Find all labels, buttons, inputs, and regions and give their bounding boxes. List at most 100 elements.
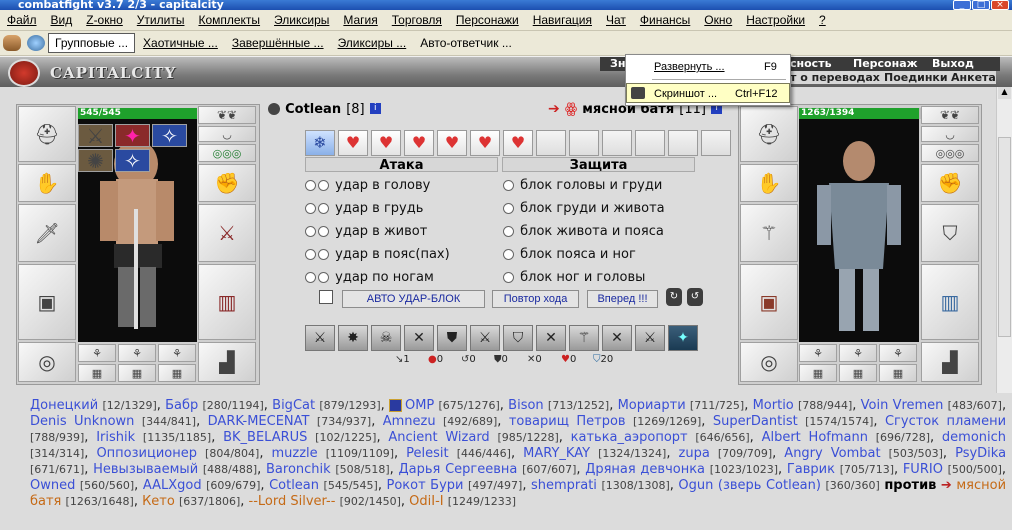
empty-slot-icon[interactable]: ▦	[158, 364, 196, 382]
auto-checkbox[interactable]	[319, 290, 333, 304]
skill-slot-icon[interactable]: ⚚	[569, 325, 599, 351]
empty-slot-icon[interactable]: ▦	[78, 364, 116, 382]
menu-item[interactable]: Комплекты	[191, 13, 267, 27]
auto-strike-block-button[interactable]: АВТО УДАР-БЛОК	[342, 290, 485, 308]
shield-icon[interactable]: ⛉	[921, 204, 979, 262]
menu-item[interactable]: Персонажи	[449, 13, 526, 27]
menu-transfers[interactable]: т о переводах	[790, 71, 880, 84]
player-link[interactable]: товарищ Петров	[509, 414, 626, 429]
player-link[interactable]: Cotlean	[269, 478, 319, 493]
player-link[interactable]: Mortio	[753, 398, 794, 413]
refresh-alt-icon[interactable]: ↺	[687, 288, 703, 306]
defense-row[interactable]: блок головы и груди	[503, 177, 662, 195]
player-link[interactable]: катька_аэропорт	[571, 430, 688, 445]
defense-row[interactable]: блок живота и пояса	[503, 223, 664, 241]
attack-radio[interactable]	[305, 180, 316, 191]
player-link[interactable]: Бабр	[165, 398, 198, 413]
empty-slot-icon[interactable]: ▦	[839, 364, 877, 382]
close-button[interactable]: ×	[991, 0, 1009, 10]
menu-item[interactable]: Z-окно	[79, 13, 130, 27]
bracers-icon[interactable]: ✋	[18, 164, 76, 202]
attack-row[interactable]: удар в грудь	[305, 200, 423, 218]
skill-slot-icon[interactable]: ✕	[602, 325, 632, 351]
rune-slot-icon[interactable]: ✦	[115, 124, 150, 148]
maximize-button[interactable]: □	[972, 0, 990, 10]
player-link[interactable]: Донецкий	[30, 398, 98, 413]
glasses-icon[interactable]	[3, 35, 21, 51]
player-link[interactable]: Дряная девчонка	[585, 462, 705, 477]
belt-icon[interactable]: ◎	[18, 342, 76, 382]
enemy-link[interactable]: --Lord Silver--	[249, 494, 336, 509]
toolbar-auto-responder[interactable]: Авто-ответчик ...	[414, 34, 518, 52]
boots-icon[interactable]: ▟	[198, 342, 256, 382]
menu-fights[interactable]: Поединки	[884, 71, 948, 84]
attack-row[interactable]: удар по ногам	[305, 269, 434, 287]
player-link[interactable]: Сгусток пламени	[885, 414, 1006, 429]
boots-icon[interactable]: ▟	[921, 342, 979, 382]
menu-item[interactable]: Чат	[599, 13, 633, 27]
defense-radio[interactable]	[503, 226, 514, 237]
empty-slot-icon[interactable]: ⚘	[78, 344, 116, 362]
empty-slot-icon[interactable]: ▦	[879, 364, 917, 382]
player-link[interactable]: Ogun (зверь Cotlean)	[678, 478, 821, 493]
empty-slot-icon[interactable]: ⚘	[118, 344, 156, 362]
enemy-link[interactable]: Кето	[142, 494, 175, 509]
menu-safety[interactable]: сность	[790, 57, 832, 71]
earrings-icon[interactable]: ❦❦	[921, 106, 979, 124]
player-link[interactable]: Denis Unknown	[30, 414, 134, 429]
helmet-icon[interactable]: ⛑	[740, 106, 798, 162]
empty-slot-icon[interactable]: ▦	[799, 364, 837, 382]
attack-radio[interactable]	[318, 226, 329, 237]
menu-profile[interactable]: Анкета	[951, 71, 996, 84]
menu-exit[interactable]: Выход	[932, 57, 974, 71]
frost-icon[interactable]: ❄	[305, 130, 335, 156]
amulet-icon[interactable]: ◡	[921, 126, 979, 142]
skill-slot-icon[interactable]: ✕	[536, 325, 566, 351]
heart-icon[interactable]: ♥	[437, 130, 467, 156]
skill-slot-icon[interactable]: ⚔	[305, 325, 335, 351]
defense-radio[interactable]	[503, 249, 514, 260]
refresh-icon[interactable]: ↻	[666, 288, 682, 306]
player-link[interactable]: Дарья Сергеевна	[399, 462, 518, 477]
empty-slot-icon[interactable]: ⚘	[799, 344, 837, 362]
amulet-icon[interactable]: ◡	[198, 126, 256, 142]
empty-scroll-slot[interactable]	[668, 130, 698, 156]
enemy-link[interactable]: OdiI-I	[409, 494, 443, 509]
player-link[interactable]: BK_BELARUS	[223, 430, 307, 445]
armor-icon[interactable]: ▣	[18, 264, 76, 340]
menu-item[interactable]: Торговля	[385, 13, 449, 27]
skill-slot-icon[interactable]: ✸	[338, 325, 368, 351]
player-link[interactable]: Невызываемый	[93, 462, 198, 477]
player-link[interactable]: demonich	[942, 430, 1006, 445]
menu-item[interactable]: Навигация	[526, 13, 599, 27]
empty-slot-icon[interactable]: ⚘	[158, 344, 196, 362]
gloves-icon[interactable]: ✊	[198, 164, 256, 202]
heart-icon[interactable]: ♥	[503, 130, 533, 156]
player-link[interactable]: Baronchik	[266, 462, 331, 477]
skill-slot-icon[interactable]: ⚔	[470, 325, 500, 351]
rune-slot-icon[interactable]: ✧	[152, 124, 187, 148]
toolbar-elixirs[interactable]: Эликсиры ...	[332, 34, 413, 52]
helmet-icon[interactable]: ⛑	[18, 106, 76, 162]
player-link[interactable]: Мориарти	[618, 398, 686, 413]
attack-radio[interactable]	[318, 180, 329, 191]
menu-character[interactable]: Персонаж	[853, 57, 918, 71]
menu-item[interactable]: Окно	[697, 13, 739, 27]
player-link[interactable]: Bison	[508, 398, 544, 413]
player-link[interactable]: SuperDantist	[713, 414, 798, 429]
menu-item[interactable]: Магия	[336, 13, 384, 27]
heart-icon[interactable]: ♥	[470, 130, 500, 156]
player-link[interactable]: Ancient Wizard	[388, 430, 489, 445]
skill-slot-icon[interactable]: ⛉	[503, 325, 533, 351]
bracers-icon[interactable]: ✋	[740, 164, 798, 202]
menu-item[interactable]: Файл	[0, 13, 44, 27]
menu-item[interactable]: Финансы	[633, 13, 697, 27]
player-link[interactable]: Pelesit	[406, 446, 448, 461]
earrings-icon[interactable]: ❦❦	[198, 106, 256, 124]
attack-radio[interactable]	[305, 226, 316, 237]
menu-item[interactable]: ?	[812, 13, 833, 27]
minimize-button[interactable]: _	[953, 0, 971, 10]
armor-icon[interactable]: ▣	[740, 264, 798, 340]
empty-scroll-slot[interactable]	[569, 130, 599, 156]
player-link[interactable]: BigCat	[272, 398, 315, 413]
